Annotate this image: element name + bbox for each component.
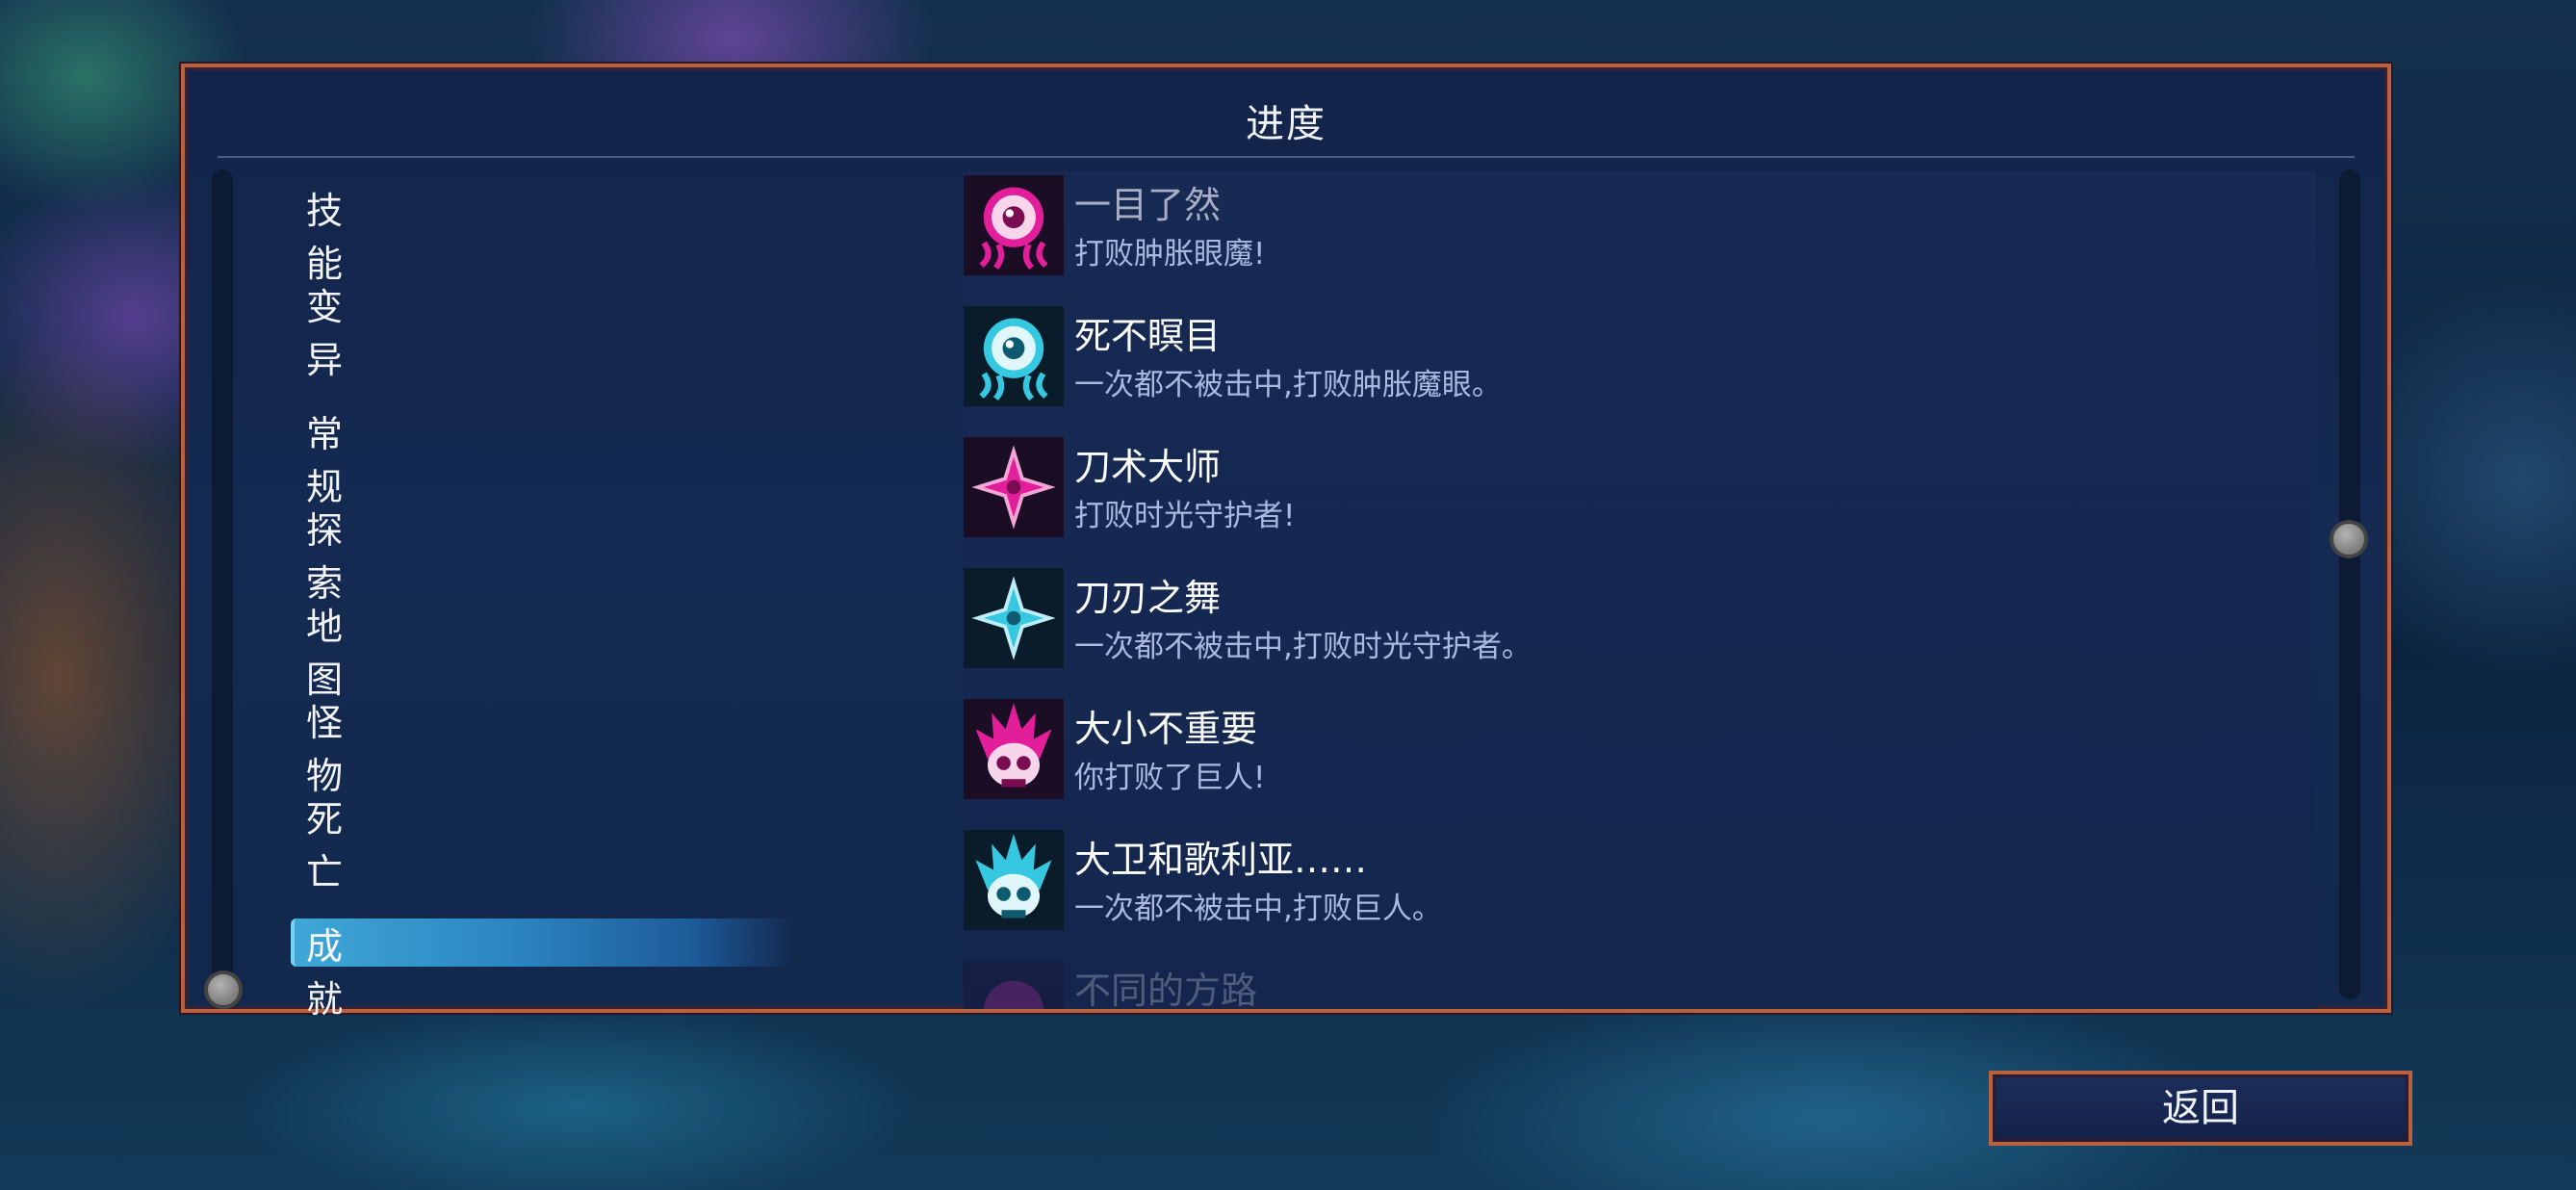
achievement-item[interactable]: 不同的方路 <box>963 957 2316 1009</box>
achievement-name: 一目了然 <box>1074 184 1222 226</box>
panel-title: 进度 <box>1246 102 1327 146</box>
achievement-name: 刀刃之舞 <box>1074 577 1222 619</box>
achievement-item[interactable]: 大小不重要 你打败了巨人! <box>963 695 2316 801</box>
achievement-item[interactable]: 死不瞑目 一次都不被击中,打败肿胀魔眼。 <box>963 302 2316 408</box>
achievement-desc: 一次都不被击中,打败时光守护者。 <box>1074 630 1532 664</box>
list-scroll-knob[interactable] <box>2330 520 2368 558</box>
progress-panel: 进度 技能 变异 常规 探索 地图 怪物 死亡 成就 一目了然 打败肿胀眼魔! <box>181 64 2391 1021</box>
nav-item-deaths[interactable]: 死亡 <box>306 789 344 895</box>
shuriken-icon <box>964 568 1064 668</box>
achievement-item[interactable]: 一目了然 打败肿胀眼魔! <box>963 171 2316 277</box>
shuriken-icon <box>964 437 1064 537</box>
giant-skull-icon <box>964 699 1064 799</box>
achievement-name: 死不瞑目 <box>1074 315 1222 357</box>
achievement-desc: 一次都不被击中,打败巨人。 <box>1074 892 1442 926</box>
achievement-item[interactable]: 刀术大师 打败时光守护者! <box>963 433 2316 539</box>
giant-skull-icon <box>964 830 1064 930</box>
nav-selected-highlight <box>291 918 795 967</box>
achievement-item[interactable]: 刀刃之舞 一次都不被击中,打败时光守护者。 <box>963 564 2316 670</box>
list-scrollbar[interactable] <box>2339 169 2360 999</box>
achievement-name: 大小不重要 <box>1074 708 1258 750</box>
achievement-desc: 打败肿胀眼魔! <box>1074 237 1266 272</box>
nav-item-achievements[interactable]: 成就 <box>306 917 344 1022</box>
back-button[interactable]: 返回 <box>1989 1071 2412 1146</box>
achievement-desc: 你打败了巨人! <box>1074 761 1266 795</box>
nav-item-skills[interactable]: 技能 <box>306 181 344 287</box>
nav-item-general[interactable]: 常规 <box>306 404 344 510</box>
nav-item-map[interactable]: 地图 <box>306 597 344 703</box>
nav-item-monsters[interactable]: 怪物 <box>306 693 344 799</box>
achievement-desc: 一次都不被击中,打败肿胀魔眼。 <box>1074 368 1502 402</box>
eye-monster-icon <box>964 175 1064 275</box>
nav-scrollbar[interactable] <box>212 169 233 999</box>
eye-monster-icon <box>964 306 1064 406</box>
achievement-item[interactable]: 大卫和歌利亚…… 一次都不被击中,打败巨人。 <box>963 826 2316 932</box>
achievement-name: 大卫和歌利亚…… <box>1074 839 1368 881</box>
achievement-icon <box>964 961 1064 1009</box>
nav-scroll-knob[interactable] <box>204 970 243 1009</box>
nav-item-mutations[interactable]: 变异 <box>306 277 344 383</box>
achievement-name: 刀术大师 <box>1074 446 1222 488</box>
achievement-name: 不同的方路 <box>1074 970 1258 1009</box>
title-divider <box>218 156 2355 158</box>
achievement-desc: 打败时光守护者! <box>1074 499 1296 533</box>
achievement-list[interactable]: 一目了然 打败肿胀眼魔! 死不瞑目 一次都不被击中,打败肿胀魔眼。 刀术大师 打… <box>963 171 2316 1009</box>
nav-item-exploration[interactable]: 探索 <box>306 501 344 607</box>
